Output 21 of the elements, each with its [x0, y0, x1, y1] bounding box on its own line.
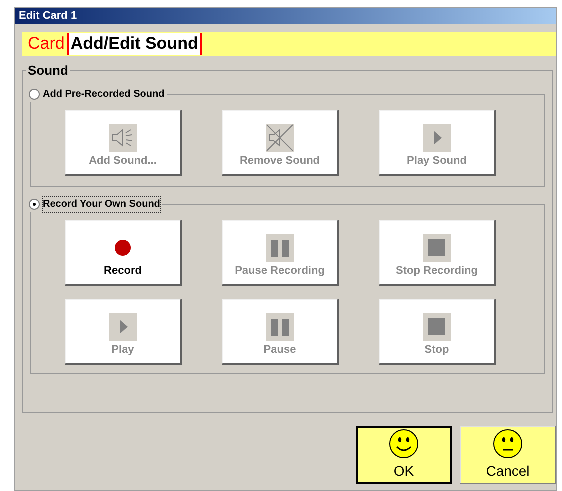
- sound-button[interactable]: Record: [65, 220, 182, 286]
- radio-label[interactable]: Add Pre-Recorded Sound: [43, 86, 165, 102]
- radio-button[interactable]: [29, 88, 40, 100]
- muted-speaker-icon: [266, 124, 294, 152]
- neutral-face-icon: [493, 428, 523, 458]
- window-title: Edit Card 1: [15, 8, 556, 24]
- pause-icon: [266, 312, 294, 340]
- pause-icon: [266, 234, 294, 262]
- smiley-icon: [389, 428, 419, 458]
- speaker-icon: [109, 124, 137, 152]
- stop-icon: [423, 312, 451, 340]
- dialog-button[interactable]: Cancel: [460, 426, 556, 484]
- breadcrumb-item[interactable]: Add/Edit Sound: [68, 33, 202, 55]
- radio-button[interactable]: [29, 198, 40, 210]
- radio-label[interactable]: Record Your Own Sound: [43, 196, 160, 212]
- play-icon: [109, 312, 137, 340]
- record-icon: [114, 238, 132, 256]
- stop-icon: [423, 234, 451, 262]
- play-icon: [423, 124, 451, 152]
- group-title: Sound: [27, 62, 70, 80]
- dialog-button[interactable]: OK: [356, 426, 452, 484]
